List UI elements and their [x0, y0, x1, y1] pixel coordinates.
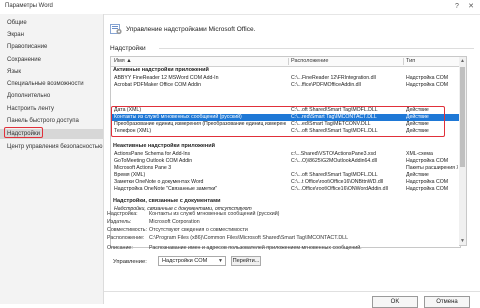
detail-label: Надстройка:: [107, 211, 138, 217]
detail-value: Microsoft Corporation: [149, 219, 200, 225]
manage-select[interactable]: Надстройки COM ▼: [158, 256, 226, 266]
sidebar-item-save[interactable]: Сохранение: [0, 55, 103, 65]
detail-label: Расположение:: [107, 235, 145, 241]
main-panel: Управление надстройками Microsoft Office…: [104, 14, 480, 308]
cell-location: C:\...ffice\PDFMOfficeAddin.dll: [291, 82, 361, 88]
cell-type: Действие: [406, 172, 429, 178]
cell-type: Надстройка COM: [406, 82, 449, 88]
sidebar-highlight-box: [4, 127, 43, 138]
list-header: Имя ▲ Расположение Тип: [111, 57, 460, 67]
cell-location: C:\...t Office\root\Office16\ONBttnWD.dl…: [291, 179, 384, 185]
cell-type: Надстройка COM: [406, 179, 449, 185]
cell-location: C:\...O)\8625\G2MOutlookAddin64.dll: [291, 158, 377, 164]
group-title-inactive: Неактивные надстройки приложений: [113, 143, 215, 149]
help-button[interactable]: ?: [452, 2, 462, 11]
sidebar-item-trust-center[interactable]: Центр управления безопасностью: [0, 142, 103, 152]
close-button[interactable]: ✕: [466, 2, 476, 11]
ok-button[interactable]: OK: [372, 296, 418, 308]
cell-location: C:\...oft Shared\Smart Tag\MOFL.DLL: [291, 172, 378, 178]
scroll-up-icon[interactable]: ▲: [459, 57, 466, 65]
chevron-down-icon: ▼: [218, 258, 223, 264]
cell-name: ActionsPane Schema for Add-Ins: [114, 151, 191, 157]
group-title-document: Надстройки, связанные с документами: [113, 198, 221, 204]
section-title: Надстройки: [110, 45, 146, 52]
detail-value: C:\Program Files (x86)\Common Files\Micr…: [149, 235, 349, 241]
cell-name: Время (XML): [114, 172, 146, 178]
section-divider: [159, 48, 474, 49]
manage-select-value: Надстройки COM: [162, 258, 208, 264]
sidebar-item-proofing[interactable]: Правописание: [0, 42, 103, 52]
cancel-button[interactable]: Отмена: [424, 296, 470, 308]
manage-label: Управление:: [113, 259, 147, 265]
table-row[interactable]: Надстройка OneNote "Связанные заметки" C…: [111, 186, 460, 193]
table-row[interactable]: Microsoft Actions Pane 3 Пакеты расширен…: [111, 165, 460, 172]
sidebar-item-general[interactable]: Общие: [0, 18, 103, 28]
table-row[interactable]: ABBYY FineReader 12 MSWord COM Add-In C:…: [111, 75, 460, 82]
cell-location: C:\...FineReader 12\FRIntegration.dll: [291, 75, 376, 81]
cell-type: Пакеты расширения XML: [406, 165, 458, 171]
column-header-location[interactable]: Расположение: [291, 58, 328, 64]
header-text: Управление надстройками Microsoft Office…: [126, 26, 256, 33]
title-bar: Параметры Word ? ✕: [0, 0, 480, 15]
column-header-name[interactable]: Имя ▲: [114, 58, 132, 64]
sidebar-item-advanced[interactable]: Дополнительно: [0, 91, 103, 101]
detail-label: Совместимость:: [107, 227, 148, 233]
cell-location: C:\...Office\root\Office16\ONWordAddin.d…: [291, 186, 388, 192]
detail-value: Контакты из служб мгновенных сообщений (…: [149, 211, 280, 217]
rows-highlight-box: [111, 106, 445, 137]
sidebar-item-display[interactable]: Экран: [0, 30, 103, 40]
sidebar-item-customize-ribbon[interactable]: Настроить ленту: [0, 104, 103, 114]
cell-type: Надстройка COM: [406, 75, 449, 81]
scroll-thumb[interactable]: [460, 67, 465, 167]
sidebar-item-quick-access-toolbar[interactable]: Панель быстрого доступа: [0, 116, 103, 126]
cell-name: Надстройка OneNote "Связанные заметки": [114, 186, 218, 192]
detail-label: Описание:: [107, 245, 133, 251]
column-header-type[interactable]: Тип: [406, 58, 415, 64]
table-row[interactable]: ActionsPane Schema for Add-Ins c:\...Sha…: [111, 151, 460, 158]
column-separator[interactable]: [403, 58, 404, 65]
table-row[interactable]: Acrobat PDFMaker Office COM Addin C:\...…: [111, 82, 460, 89]
detail-value: Отсутствуют сведения о совместимости: [149, 227, 248, 233]
detail-label: Издатель:: [107, 219, 132, 225]
sidebar: Общие Экран Правописание Сохранение Язык…: [0, 14, 104, 304]
scroll-down-icon[interactable]: ▼: [459, 237, 466, 245]
detail-value: Распознавание имен и адресов пользовател…: [149, 245, 362, 251]
group-title-active: Активные надстройки приложений: [113, 67, 209, 73]
column-separator[interactable]: [288, 58, 289, 65]
cell-name: GoToMeeting Outlook COM Addin: [114, 158, 193, 164]
window-title: Параметры Word: [5, 3, 53, 9]
table-row[interactable]: Заметки OneNote о документах Word C:\...…: [111, 179, 460, 186]
cell-name: Заметки OneNote о документах Word: [114, 179, 204, 185]
addins-gear-icon: [110, 24, 122, 35]
list-scrollbar[interactable]: ▲ ▼: [459, 56, 467, 246]
cell-type: XML-схема: [406, 151, 433, 157]
sidebar-item-accessibility[interactable]: Специальные возможности: [0, 79, 103, 89]
table-row[interactable]: GoToMeeting Outlook COM Addin C:\...O)\8…: [111, 158, 460, 165]
cell-name: ABBYY FineReader 12 MSWord COM Add-In: [114, 75, 219, 81]
sidebar-item-language[interactable]: Язык: [0, 67, 103, 77]
footer-divider: [104, 291, 480, 292]
cell-name: Acrobat PDFMaker Office COM Addin: [114, 82, 201, 88]
cell-name: Microsoft Actions Pane 3: [114, 165, 172, 171]
cell-type: Надстройка COM: [406, 186, 449, 192]
cell-type: Надстройка COM: [406, 158, 449, 164]
go-button[interactable]: Перейти...: [231, 256, 261, 266]
table-row[interactable]: Время (XML) C:\...oft Shared\Smart Tag\M…: [111, 172, 460, 179]
cell-location: c:\...Shared\VSTO\ActionsPane3.xsd: [291, 151, 376, 157]
